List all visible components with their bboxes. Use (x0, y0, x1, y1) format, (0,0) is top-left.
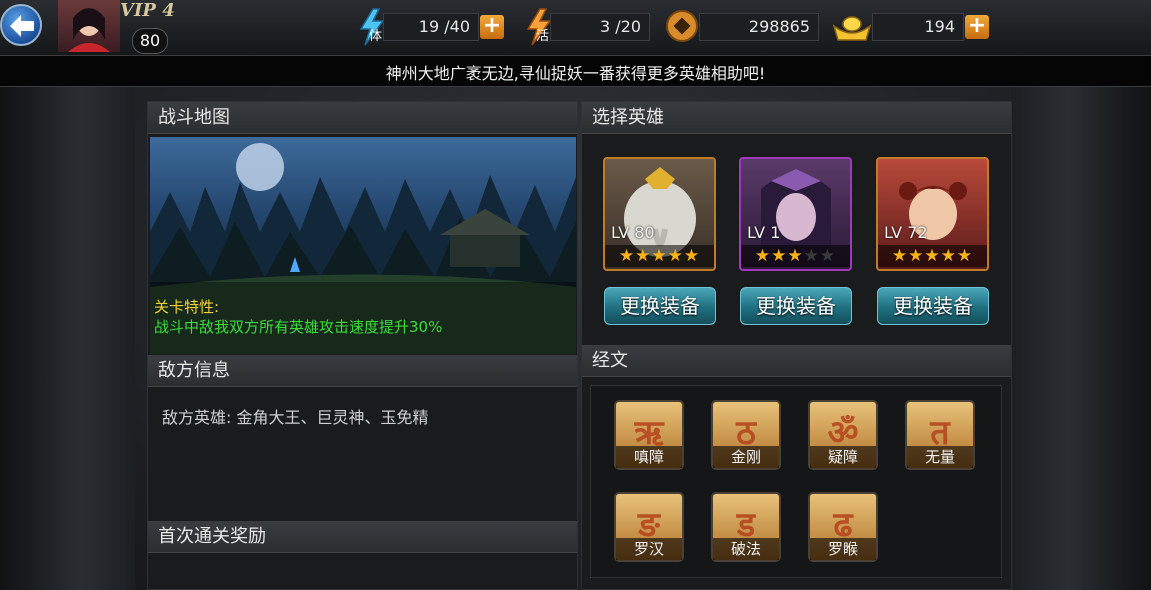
vigor-value: 3 /20 (550, 13, 650, 41)
star-filled-icon: ★ (787, 246, 804, 266)
copper-coin-icon (666, 10, 698, 42)
star-filled-icon: ★ (771, 246, 788, 266)
hero-2-stars: ★★★★★ (741, 245, 850, 267)
scripture-7-label: 罗睺 (810, 538, 876, 560)
scripture-4-label: 无量 (907, 446, 973, 468)
star-filled-icon: ★ (667, 246, 684, 266)
background-pillar-left (0, 85, 135, 590)
stamina-value: 19 /40 (383, 13, 479, 41)
star-filled-icon: ★ (651, 246, 668, 266)
scripture-item-7[interactable]: ढ 罗睺 (808, 492, 878, 562)
stamina-resource: 体 19 /40 + (355, 8, 505, 46)
battle-map-header: 战斗地图 (148, 102, 577, 134)
scripture-item-5[interactable]: ङ 罗汉 (614, 492, 684, 562)
stage-feature-title: 关卡特性: (154, 298, 220, 316)
scripture-5-label: 罗汉 (616, 538, 682, 560)
scripture-item-1[interactable]: ऋ 嗔障 (614, 400, 684, 470)
ticker-text: 神州大地广袤无边,寻仙捉妖一番获得更多英雄相助吧! (385, 64, 766, 83)
scripture-3-label: 疑障 (810, 446, 876, 468)
vigor-icon-label: 活 (536, 29, 550, 44)
select-hero-header: 选择英雄 (582, 102, 1011, 134)
coins-resource: 298865 (665, 10, 820, 42)
star-filled-icon: ★ (683, 246, 701, 266)
scriptures-header: 经文 (582, 345, 1011, 377)
player-level-badge: 80 (132, 28, 168, 54)
star-filled-icon: ★ (618, 246, 636, 266)
vigor-resource: 活 3 /20 (522, 8, 652, 46)
hero-3-stars: ★★★★★ (878, 245, 987, 267)
star-filled-icon: ★ (891, 246, 909, 266)
hero-3-level: LV 72 (884, 223, 928, 242)
hero-3-change-equipment-button[interactable]: 更换装备 (877, 287, 989, 325)
star-filled-icon: ★ (908, 246, 925, 266)
hero-card-3[interactable]: LV 72 ★★★★★ (876, 157, 989, 271)
enemy-heroes-text: 敌方英雄: 金角大王、巨灵神、玉免精 (162, 408, 429, 427)
hero-1-change-equipment-button[interactable]: 更换装备 (604, 287, 716, 325)
player-avatar[interactable] (58, 0, 120, 52)
first-clear-reward-header: 首次通关奖励 (148, 521, 577, 553)
gold-ingot-icon (832, 16, 872, 41)
stamina-icon-label: 体 (369, 29, 383, 44)
hero-1-stars: ★★★★★ (605, 245, 714, 267)
scripture-item-2[interactable]: ठ 金刚 (711, 400, 781, 470)
hero-1-level: LV 80 (611, 223, 655, 242)
announcement-ticker: 神州大地广袤无边,寻仙捉妖一番获得更多英雄相助吧! (0, 55, 1151, 87)
enemy-info-header: 敌方信息 (148, 355, 577, 387)
gold-add-button[interactable]: + (965, 15, 989, 39)
gold-resource: 194 + (832, 13, 992, 41)
star-filled-icon: ★ (956, 246, 974, 266)
star-empty-icon: ★ (803, 246, 820, 266)
star-empty-icon: ★ (819, 246, 837, 266)
vip-label: VIP 4 (120, 0, 175, 21)
background-pillar-right (1011, 85, 1151, 590)
star-filled-icon: ★ (940, 246, 957, 266)
scripture-6-label: 破法 (713, 538, 779, 560)
star-filled-icon: ★ (635, 246, 652, 266)
stamina-add-button[interactable]: + (480, 15, 504, 39)
stage-feature: 关卡特性: 战斗中敌我双方所有英雄攻击速度提升30% (154, 297, 442, 337)
hero-2-level: LV 1 (747, 223, 781, 242)
hero-card-2[interactable]: LV 1 ★★★★★ (739, 157, 852, 271)
hero-card-1[interactable]: LV 80 ★★★★★ (603, 157, 716, 271)
back-arrow-icon (10, 15, 34, 37)
stage-feature-desc: 战斗中敌我双方所有英雄攻击速度提升30% (154, 318, 443, 336)
star-filled-icon: ★ (924, 246, 941, 266)
scripture-1-label: 嗔障 (616, 446, 682, 468)
coins-value: 298865 (699, 13, 819, 41)
scripture-item-3[interactable]: ॐ 疑障 (808, 400, 878, 470)
scripture-2-label: 金刚 (713, 446, 779, 468)
star-filled-icon: ★ (754, 246, 772, 266)
scripture-item-6[interactable]: ड 破法 (711, 492, 781, 562)
hero-2-change-equipment-button[interactable]: 更换装备 (740, 287, 852, 325)
back-button[interactable] (0, 4, 42, 46)
scripture-item-4[interactable]: त 无量 (905, 400, 975, 470)
gold-value: 194 (872, 13, 964, 41)
